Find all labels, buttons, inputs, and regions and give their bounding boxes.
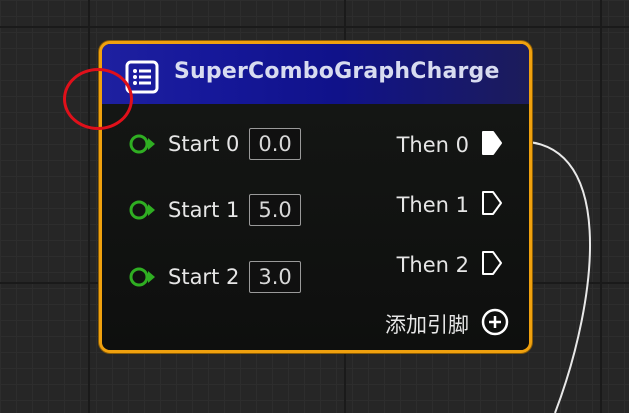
input-pin-label: Start 1 bbox=[168, 198, 240, 222]
input-pin-label: Start 0 bbox=[168, 132, 240, 156]
super-combo-graph-charge-node[interactable]: SuperComboGraphCharge Start 0 0.0 Start … bbox=[99, 41, 532, 353]
add-pin-button[interactable]: 添加引脚 bbox=[385, 308, 509, 340]
input-pin-label: Start 2 bbox=[168, 265, 240, 289]
output-pin-row-0: Then 0 bbox=[397, 130, 503, 160]
exec-input-pin-0-icon[interactable] bbox=[128, 133, 158, 155]
exec-input-pin-2-icon[interactable] bbox=[128, 266, 158, 288]
exec-input-pin-1-icon[interactable] bbox=[128, 199, 158, 221]
exec-output-pin-0-icon[interactable] bbox=[481, 130, 503, 160]
add-pin-label: 添加引脚 bbox=[385, 313, 469, 337]
plus-circle-icon bbox=[481, 308, 509, 340]
exec-output-pin-2-icon[interactable] bbox=[481, 250, 503, 280]
graph-canvas[interactable]: SuperComboGraphCharge Start 0 0.0 Start … bbox=[0, 0, 629, 413]
node-title: SuperComboGraphCharge bbox=[174, 59, 500, 84]
input-pin-row-2: Start 2 3.0 bbox=[128, 261, 301, 293]
exec-output-pin-1-icon[interactable] bbox=[481, 190, 503, 220]
node-header[interactable]: SuperComboGraphCharge bbox=[102, 44, 529, 105]
output-pin-label: Then 2 bbox=[396, 253, 469, 277]
output-pin-label: Then 1 bbox=[396, 193, 469, 217]
start-2-value-field[interactable]: 3.0 bbox=[249, 261, 301, 293]
start-1-value-field[interactable]: 5.0 bbox=[249, 194, 301, 226]
node-body: Start 0 0.0 Start 1 5.0 Start 2 3.0 Then… bbox=[102, 104, 529, 350]
output-pin-row-2: Then 2 bbox=[397, 250, 503, 280]
annotation-circle bbox=[63, 68, 133, 130]
output-pin-row-1: Then 1 bbox=[397, 190, 503, 220]
input-pin-row-0: Start 0 0.0 bbox=[128, 128, 301, 160]
output-pin-label: Then 0 bbox=[396, 133, 469, 157]
start-0-value-field[interactable]: 0.0 bbox=[249, 128, 301, 160]
input-pin-row-1: Start 1 5.0 bbox=[128, 194, 301, 226]
